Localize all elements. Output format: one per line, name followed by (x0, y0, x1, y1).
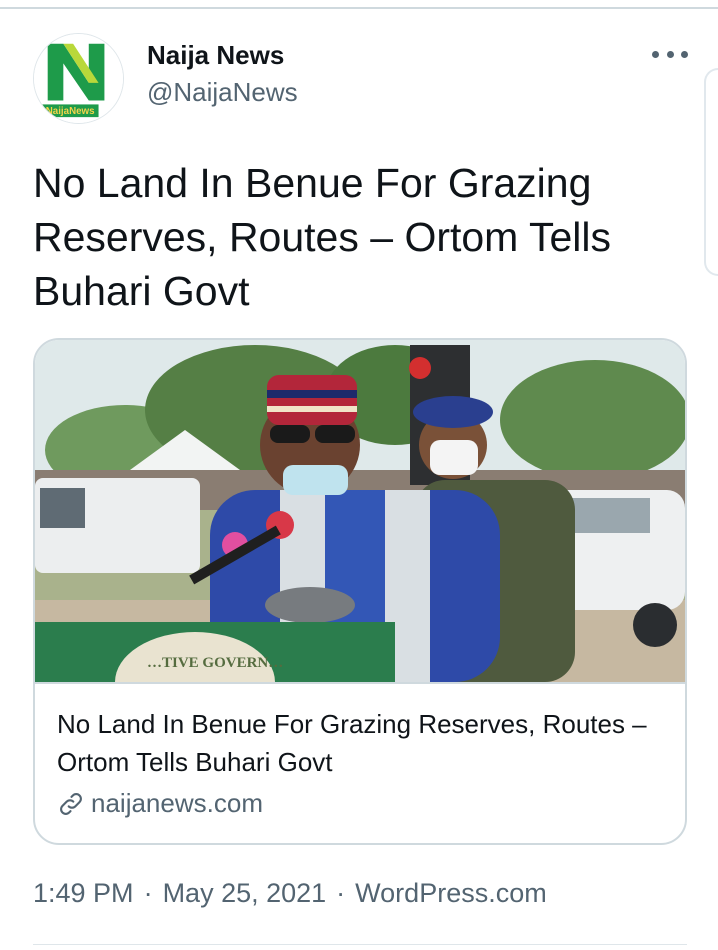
tweet-source[interactable]: WordPress.com (355, 878, 547, 909)
link-preview-card[interactable]: …TIVE GOVERN… No Land In Benue For Grazi… (33, 338, 687, 845)
meta-separator: · (143, 878, 153, 908)
naija-news-logo: NaijaNews (34, 34, 123, 123)
author-handle[interactable]: @NaijaNews (147, 77, 298, 108)
card-domain-text: naijanews.com (91, 788, 263, 818)
card-title[interactable]: No Land In Benue For Grazing Reserves, R… (57, 705, 667, 781)
tweet-text: No Land In Benue For Grazing Reserves, R… (33, 160, 612, 314)
author-avatar[interactable]: NaijaNews (33, 33, 124, 124)
tweet-meta: 1:49 PM · May 25, 2021 · WordPress.com (33, 878, 547, 909)
card-image[interactable]: …TIVE GOVERN… (35, 340, 685, 682)
tweet-date[interactable]: May 25, 2021 (163, 878, 327, 909)
author-name[interactable]: Naija News (147, 40, 284, 71)
avatar-logo-text: NaijaNews (46, 106, 95, 117)
tweet-time[interactable]: 1:49 PM (33, 878, 134, 909)
more-dot (652, 50, 659, 58)
card-divider (35, 682, 685, 684)
more-dot (666, 50, 674, 58)
podium-seal-text: …TIVE GOVERN… (147, 655, 283, 671)
more-dot (681, 50, 688, 58)
top-divider (0, 7, 718, 9)
adjacent-card-edge (704, 68, 718, 276)
more-options-icon[interactable] (652, 43, 688, 65)
bottom-divider (33, 944, 687, 945)
card-domain-row[interactable]: naijanews.com (57, 788, 263, 819)
meta-separator: · (336, 878, 346, 908)
link-icon (57, 790, 85, 818)
